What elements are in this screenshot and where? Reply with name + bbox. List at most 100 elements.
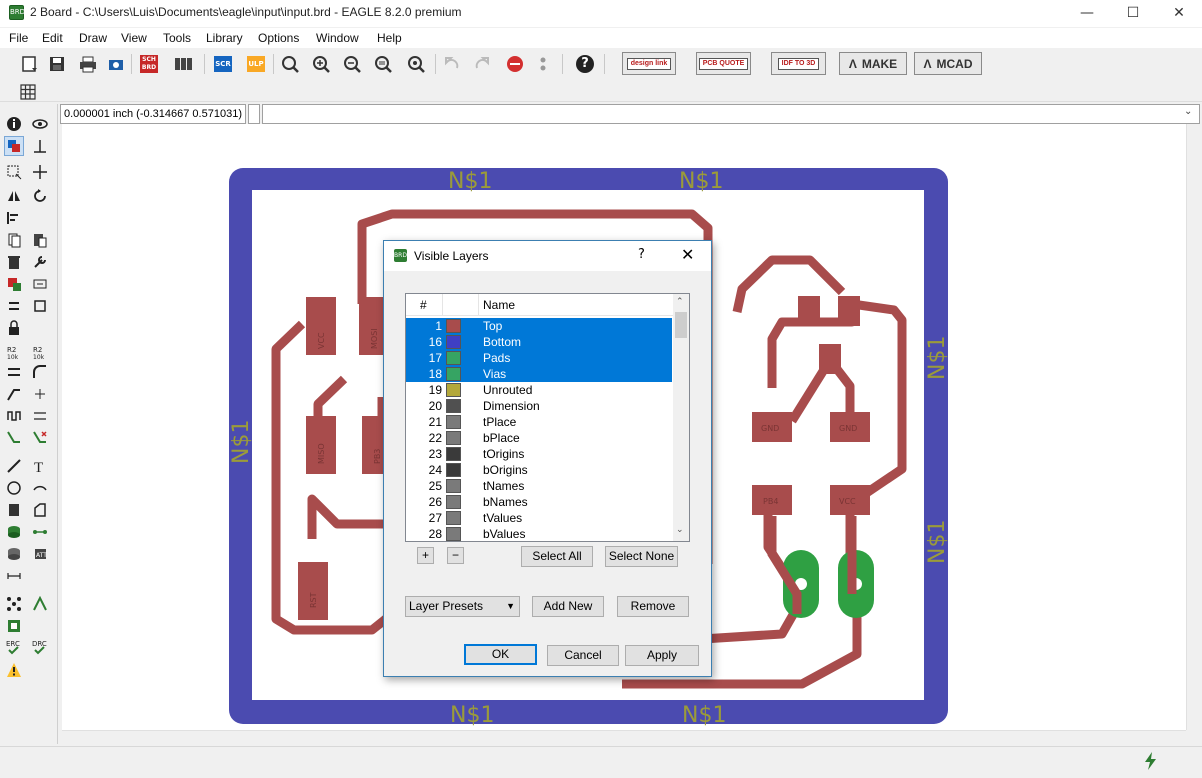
autorouter-icon[interactable] (30, 594, 50, 614)
lightning-icon[interactable] (1142, 751, 1160, 774)
layer-list[interactable]: # Name 1 Top 16 Bottom 17 Pads 18 Vias 19 Unroute… (405, 293, 690, 542)
optimize-icon[interactable] (30, 384, 50, 404)
menu-view[interactable]: View (121, 31, 147, 45)
copy-icon[interactable] (4, 230, 24, 250)
menu-edit[interactable]: Edit (42, 31, 63, 45)
layer-row[interactable]: 28 bValues (406, 526, 672, 541)
errors-warning-icon[interactable] (4, 660, 24, 680)
maximize-button[interactable]: ☐ (1110, 0, 1156, 27)
redo-icon[interactable] (470, 52, 494, 76)
layer-presets-dropdown[interactable]: Layer Presets ▼ (405, 596, 520, 617)
zoom-out-icon[interactable] (340, 52, 364, 76)
idf-to-3d-button[interactable]: IDF TO 3D (771, 52, 826, 75)
add-icon[interactable] (4, 274, 24, 294)
design-link-button[interactable]: design link (622, 52, 676, 75)
group-icon[interactable] (4, 162, 24, 182)
move-icon[interactable] (30, 162, 50, 182)
split-icon[interactable] (4, 384, 24, 404)
sch-brd-switch-icon[interactable]: SCH BRD (137, 52, 161, 76)
menu-file[interactable]: File (9, 31, 28, 45)
header-number[interactable]: # (420, 294, 427, 316)
menu-options[interactable]: Options (258, 31, 299, 45)
replace-icon[interactable] (30, 274, 50, 294)
drc-icon[interactable]: DRC (30, 638, 50, 658)
pcb-quote-button[interactable]: PCB QUOTE (696, 52, 751, 75)
stop-icon[interactable] (503, 52, 527, 76)
select-none-button[interactable]: Select None (605, 546, 678, 567)
display-layers-icon[interactable] (4, 136, 24, 156)
text-icon[interactable]: T (30, 456, 50, 476)
polygon-icon[interactable] (30, 500, 50, 520)
layer-row[interactable]: 16 Bottom (406, 334, 672, 350)
script-icon[interactable]: SCR (211, 52, 235, 76)
coordinate-toggle[interactable] (248, 104, 260, 124)
add-layer-small-button[interactable]: + (417, 547, 434, 564)
layer-row[interactable]: 17 Pads (406, 350, 672, 366)
miter-icon[interactable] (30, 362, 50, 382)
lock-icon[interactable] (4, 318, 24, 338)
layer-row[interactable]: 19 Unrouted (406, 382, 672, 398)
info-icon[interactable] (4, 114, 24, 134)
smash-icon[interactable] (4, 362, 24, 382)
zoom-last-icon[interactable] (404, 52, 428, 76)
value-icon[interactable]: R2 10k (30, 342, 50, 362)
scroll-thumb[interactable] (675, 312, 687, 338)
open-icon[interactable] (18, 52, 42, 76)
wire-icon[interactable] (4, 456, 24, 476)
dialog-help-button[interactable]: ? (638, 247, 645, 262)
layer-row[interactable]: 20 Dimension (406, 398, 672, 414)
layer-row[interactable]: 27 tValues (406, 510, 672, 526)
erc-icon[interactable]: ERC (4, 638, 24, 658)
undo-icon[interactable] (440, 52, 464, 76)
layer-row[interactable]: 18 Vias (406, 366, 672, 382)
ripup-icon[interactable] (30, 428, 50, 448)
scroll-down-icon[interactable]: ⌄ (676, 525, 684, 535)
mark-icon[interactable] (30, 136, 50, 156)
remove-layer-small-button[interactable]: − (447, 547, 464, 564)
attribute-icon[interactable]: ATT (30, 544, 50, 564)
delete-icon[interactable] (4, 252, 24, 272)
vertical-scrollbar[interactable] (1186, 124, 1202, 730)
cancel-button[interactable]: Cancel (547, 645, 619, 666)
change-icon[interactable] (30, 252, 50, 272)
via-icon[interactable] (4, 522, 24, 542)
minimize-button[interactable]: — (1064, 0, 1110, 27)
horizontal-scrollbar[interactable] (62, 730, 1186, 746)
route-diff-icon[interactable] (30, 406, 50, 426)
menu-window[interactable]: Window (316, 31, 359, 45)
grid-icon[interactable] (16, 80, 40, 104)
show-icon[interactable] (30, 114, 50, 134)
print-icon[interactable] (76, 52, 100, 76)
command-line-input[interactable] (262, 104, 1200, 124)
menu-help[interactable]: Help (377, 31, 402, 45)
paste-icon[interactable] (30, 230, 50, 250)
zoom-fit-icon[interactable] (278, 52, 302, 76)
name-icon[interactable]: R2 10k (4, 342, 24, 362)
go-icon[interactable] (531, 52, 555, 76)
zoom-select-icon[interactable] (371, 52, 395, 76)
ratsnest-icon[interactable] (4, 594, 24, 614)
layer-row[interactable]: 22 bPlace (406, 430, 672, 446)
rect-icon[interactable] (4, 500, 24, 520)
menu-draw[interactable]: Draw (79, 31, 107, 45)
select-all-button[interactable]: Select All (521, 546, 593, 567)
ok-button[interactable]: OK (464, 644, 537, 665)
menu-library[interactable]: Library (206, 31, 243, 45)
make-button[interactable]: Λ MAKE (839, 52, 907, 75)
add-new-preset-button[interactable]: Add New (532, 596, 604, 617)
gate-swap-icon[interactable] (30, 296, 50, 316)
drc-board-icon[interactable] (4, 616, 24, 636)
remove-preset-button[interactable]: Remove (617, 596, 689, 617)
swap-icon[interactable] (4, 296, 24, 316)
circle-icon[interactable] (4, 478, 24, 498)
layer-row[interactable]: 26 bNames (406, 494, 672, 510)
scroll-up-icon[interactable]: ⌃ (676, 297, 684, 307)
route-icon[interactable] (4, 428, 24, 448)
zoom-in-icon[interactable] (309, 52, 333, 76)
rotate-icon[interactable] (30, 186, 50, 206)
cam-icon[interactable] (104, 52, 128, 76)
command-history-dropdown-icon[interactable]: ⌄ (1184, 106, 1192, 117)
help-icon[interactable]: ? (573, 52, 597, 76)
layer-row[interactable]: 1 Top (406, 318, 672, 334)
apply-button[interactable]: Apply (625, 645, 699, 666)
